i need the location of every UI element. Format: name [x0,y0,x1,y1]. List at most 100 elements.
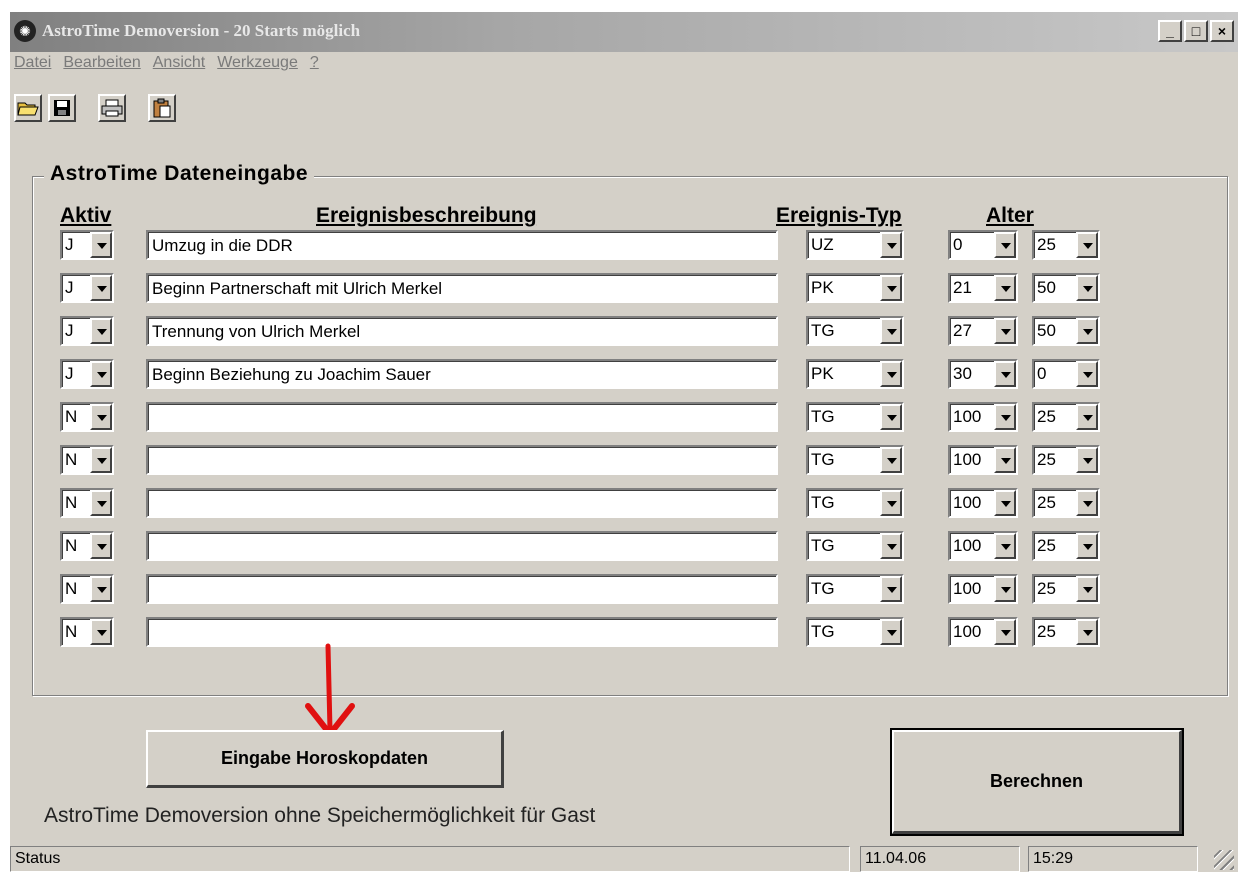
alter-bis-select[interactable]: 25 [1032,488,1100,518]
title-bar[interactable]: ✺ AstroTime Demoversion - 20 Starts mögl… [10,12,1238,52]
chevron-down-icon[interactable] [880,232,902,258]
chevron-down-icon[interactable] [90,490,112,516]
menu-bearbeiten[interactable]: Bearbeiten [63,50,140,76]
alter-bis-select[interactable]: 50 [1032,316,1100,346]
alter-bis-select[interactable]: 25 [1032,230,1100,260]
alter-bis-select[interactable]: 25 [1032,531,1100,561]
typ-select[interactable]: TG [806,574,904,604]
typ-select[interactable]: TG [806,402,904,432]
alter-bis-select[interactable]: 0 [1032,359,1100,389]
chevron-down-icon[interactable] [90,361,112,387]
chevron-down-icon[interactable] [90,619,112,645]
typ-select[interactable]: TG [806,531,904,561]
typ-select[interactable]: PK [806,273,904,303]
beschreibung-input[interactable] [146,488,778,518]
alter-von-select[interactable]: 21 [948,273,1018,303]
alter-von-select[interactable]: 100 [948,488,1018,518]
chevron-down-icon[interactable] [1076,404,1098,430]
alter-bis-select[interactable]: 25 [1032,402,1100,432]
aktiv-select[interactable]: J [60,359,114,389]
chevron-down-icon[interactable] [994,533,1016,559]
alter-bis-select[interactable]: 25 [1032,574,1100,604]
beschreibung-input[interactable] [146,402,778,432]
chevron-down-icon[interactable] [994,619,1016,645]
chevron-down-icon[interactable] [880,404,902,430]
chevron-down-icon[interactable] [1076,576,1098,602]
chevron-down-icon[interactable] [1076,619,1098,645]
alter-von-select[interactable]: 30 [948,359,1018,389]
typ-select[interactable]: TG [806,617,904,647]
alter-von-select[interactable]: 100 [948,402,1018,432]
chevron-down-icon[interactable] [1076,275,1098,301]
aktiv-select[interactable]: N [60,488,114,518]
typ-select[interactable]: PK [806,359,904,389]
chevron-down-icon[interactable] [90,404,112,430]
beschreibung-input[interactable] [146,445,778,475]
alter-bis-select[interactable]: 25 [1032,445,1100,475]
alter-von-select[interactable]: 100 [948,617,1018,647]
alter-von-select[interactable]: 100 [948,574,1018,604]
chevron-down-icon[interactable] [994,404,1016,430]
save-icon[interactable] [48,94,76,122]
alter-bis-select[interactable]: 50 [1032,273,1100,303]
chevron-down-icon[interactable] [880,361,902,387]
beschreibung-input[interactable] [146,617,778,647]
beschreibung-input[interactable]: Umzug in die DDR [146,230,778,260]
chevron-down-icon[interactable] [1076,318,1098,344]
typ-select[interactable]: UZ [806,230,904,260]
chevron-down-icon[interactable] [880,619,902,645]
typ-select[interactable]: TG [806,316,904,346]
chevron-down-icon[interactable] [994,576,1016,602]
chevron-down-icon[interactable] [90,318,112,344]
aktiv-select[interactable]: J [60,316,114,346]
menu-werkzeuge[interactable]: Werkzeuge [217,50,298,76]
app-clock-icon[interactable]: ✺ [14,20,36,42]
resize-grip[interactable] [1214,850,1234,870]
print-icon[interactable] [98,94,126,122]
typ-select[interactable]: TG [806,445,904,475]
chevron-down-icon[interactable] [90,232,112,258]
aktiv-select[interactable]: J [60,230,114,260]
aktiv-select[interactable]: J [60,273,114,303]
beschreibung-input[interactable]: Beginn Beziehung zu Joachim Sauer [146,359,778,389]
chevron-down-icon[interactable] [1076,447,1098,473]
alter-von-select[interactable]: 100 [948,445,1018,475]
chevron-down-icon[interactable] [880,447,902,473]
aktiv-select[interactable]: N [60,445,114,475]
chevron-down-icon[interactable] [1076,361,1098,387]
chevron-down-icon[interactable] [880,275,902,301]
beschreibung-input[interactable]: Trennung von Ulrich Merkel [146,316,778,346]
typ-select[interactable]: TG [806,488,904,518]
chevron-down-icon[interactable] [1076,533,1098,559]
chevron-down-icon[interactable] [90,447,112,473]
chevron-down-icon[interactable] [1076,232,1098,258]
alter-von-select[interactable]: 27 [948,316,1018,346]
chevron-down-icon[interactable] [90,533,112,559]
chevron-down-icon[interactable] [994,447,1016,473]
menu-datei[interactable]: Datei [14,50,51,76]
alter-von-select[interactable]: 0 [948,230,1018,260]
close-button[interactable]: × [1210,20,1234,42]
berechnen-button[interactable]: Berechnen [890,728,1184,836]
menu-ansicht[interactable]: Ansicht [153,50,205,76]
clipboard-icon[interactable] [148,94,176,122]
chevron-down-icon[interactable] [880,318,902,344]
chevron-down-icon[interactable] [994,361,1016,387]
open-folder-icon[interactable] [14,94,42,122]
chevron-down-icon[interactable] [880,533,902,559]
minimize-button[interactable]: _ [1158,20,1182,42]
chevron-down-icon[interactable] [994,232,1016,258]
chevron-down-icon[interactable] [994,318,1016,344]
chevron-down-icon[interactable] [994,275,1016,301]
aktiv-select[interactable]: N [60,617,114,647]
chevron-down-icon[interactable] [90,275,112,301]
alter-bis-select[interactable]: 25 [1032,617,1100,647]
aktiv-select[interactable]: N [60,531,114,561]
chevron-down-icon[interactable] [880,490,902,516]
beschreibung-input[interactable] [146,574,778,604]
alter-von-select[interactable]: 100 [948,531,1018,561]
aktiv-select[interactable]: N [60,574,114,604]
chevron-down-icon[interactable] [1076,490,1098,516]
beschreibung-input[interactable]: Beginn Partnerschaft mit Ulrich Merkel [146,273,778,303]
aktiv-select[interactable]: N [60,402,114,432]
